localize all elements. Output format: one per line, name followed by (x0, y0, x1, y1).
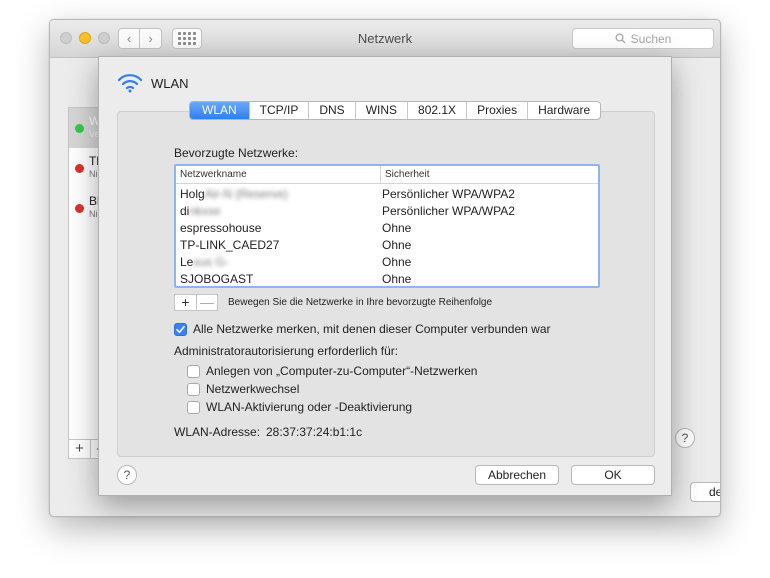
tab-bar: WLAN TCP/IP DNS WINS 802.1X Proxies Hard… (189, 101, 602, 120)
network-name-text: Le (180, 255, 194, 269)
preferred-networks-label: Bevorzugte Netzwerke: (174, 146, 299, 160)
apply-button[interactable]: den (690, 482, 720, 502)
remember-networks-checkbox[interactable] (174, 322, 187, 336)
table-row[interactable]: dinkxxe Persönlicher WPA/WPA2 (176, 203, 598, 220)
tab-wlan[interactable]: WLAN (190, 102, 249, 119)
tab-dns[interactable]: DNS (308, 102, 354, 119)
checkmark-icon (176, 325, 185, 333)
tab-tcpip[interactable]: TCP/IP (248, 102, 309, 119)
title-bar: ‹ › Netzwerk Suchen (50, 20, 720, 58)
tab-wins[interactable]: WINS (354, 102, 407, 119)
network-name-text: di (180, 204, 190, 218)
wifi-icon (117, 74, 143, 93)
tab-proxies[interactable]: Proxies (466, 102, 527, 119)
service-status: Ni (89, 169, 98, 179)
table-row[interactable]: Lexus G- Ohne (176, 254, 598, 271)
sheet-header: WLAN (117, 73, 189, 93)
network-security: Ohne (382, 221, 412, 235)
tab-8021x[interactable]: 802.1X (407, 102, 466, 119)
add-service-button[interactable]: + (69, 440, 90, 458)
admin-option-create-network[interactable]: Anlegen von „Computer-zu-Computer“-Netzw… (187, 364, 477, 378)
admin-option-toggle-wlan[interactable]: WLAN-Aktivierung oder -Deaktivierung (187, 400, 412, 414)
network-name: TP-LINK_CAED27 (180, 238, 279, 252)
preferred-networks-table[interactable]: Netzwerkname Sicherheit HolgAir-N (Reser… (174, 164, 600, 288)
admin-auth-label: Administratorautorisierung erforderlich … (174, 344, 399, 358)
network-name: Lexus G- (180, 255, 229, 269)
column-header-name[interactable]: Netzwerkname (180, 169, 247, 180)
remember-networks-option[interactable]: Alle Netzwerke merken, mit denen dieser … (174, 322, 551, 336)
table-row[interactable]: TP-LINK_CAED27 Ohne (176, 237, 598, 254)
service-title: WLAN (151, 75, 189, 91)
tab-content: Bevorzugte Netzwerke: Netzwerkname Siche… (117, 111, 655, 457)
column-header-security[interactable]: Sicherheit (380, 166, 429, 184)
table-row[interactable]: HolgAir-N (Reserve) Persönlicher WPA/WPA… (176, 186, 598, 203)
sheet-help-button[interactable]: ? (117, 465, 137, 485)
network-name-redacted: xus G- (193, 255, 229, 269)
help-button[interactable]: ? (675, 428, 695, 448)
toggle-wlan-checkbox[interactable] (187, 400, 200, 414)
network-name-text: espressohouse (180, 221, 262, 235)
network-name-text: Holg (180, 187, 205, 201)
network-security: Ohne (382, 255, 412, 269)
wlan-address-value: 28:37:37:24:b1:1c (266, 425, 363, 439)
network-name: espressohouse (180, 221, 261, 235)
search-icon (615, 33, 626, 44)
search-placeholder: Suchen (630, 31, 672, 46)
remember-networks-label: Alle Netzwerke merken, mit denen dieser … (193, 322, 551, 336)
create-network-label: Anlegen von „Computer-zu-Computer“-Netzw… (206, 364, 478, 378)
status-dot-icon (75, 124, 84, 133)
network-name-redacted: Air-N (Reserve) (204, 187, 289, 201)
network-name: HolgAir-N (Reserve) (180, 187, 288, 201)
remove-network-button[interactable]: — (195, 295, 217, 310)
wlan-address-label: WLAN-Adresse: (174, 425, 261, 439)
change-network-checkbox[interactable] (187, 382, 200, 396)
tab-hardware[interactable]: Hardware (527, 102, 600, 119)
status-dot-icon (75, 164, 84, 173)
admin-option-change-network[interactable]: Netzwerkwechsel (187, 382, 299, 396)
toggle-wlan-label: WLAN-Aktivierung oder -Deaktivierung (206, 400, 413, 414)
network-name-text: TP-LINK_CAED27 (180, 238, 280, 252)
network-name: SJOBOGAST (180, 272, 253, 286)
network-security: Ohne (382, 272, 412, 286)
search-field[interactable]: Suchen (572, 28, 714, 49)
cancel-button[interactable]: Abbrechen (475, 465, 559, 485)
table-row[interactable]: SJOBOGAST Ohne (176, 271, 598, 286)
service-status: Ni (89, 209, 98, 219)
network-security: Persönlicher WPA/WPA2 (382, 187, 515, 201)
network-name: dinkxxe (180, 204, 221, 218)
network-add-remove: + — (174, 294, 218, 311)
create-network-checkbox[interactable] (187, 364, 200, 378)
table-header: Netzwerkname Sicherheit (176, 166, 598, 184)
network-name-redacted: nkxxe (189, 204, 221, 218)
network-security: Persönlicher WPA/WPA2 (382, 204, 515, 218)
ok-button[interactable]: OK (571, 465, 655, 485)
change-network-label: Netzwerkwechsel (206, 382, 300, 396)
advanced-settings-sheet: WLAN WLAN TCP/IP DNS WINS 802.1X Proxies… (98, 56, 672, 496)
status-dot-icon (75, 204, 84, 213)
add-network-button[interactable]: + (175, 295, 196, 310)
network-name-text: SJOBOGAST (180, 272, 254, 286)
network-security: Ohne (382, 238, 412, 252)
drag-hint: Bewegen Sie die Netzwerke in Ihre bevorz… (228, 297, 493, 308)
table-row[interactable]: espressohouse Ohne (176, 220, 598, 237)
